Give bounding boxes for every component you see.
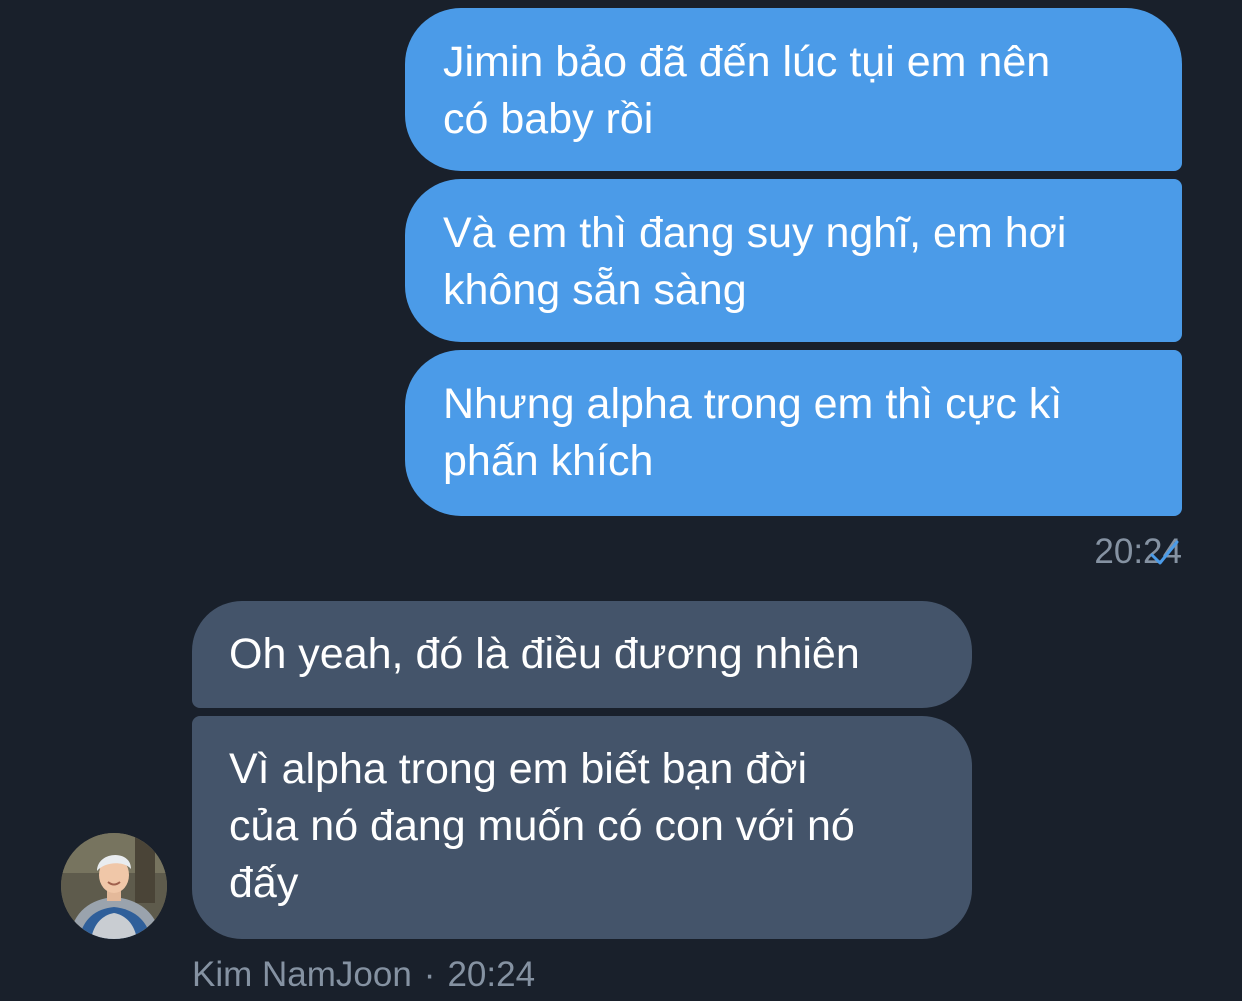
incoming-timestamp: 20:24: [447, 955, 536, 994]
incoming-message-bubble[interactable]: Vì alpha trong em biết bạn đời của nó đa…: [192, 716, 972, 939]
avatar[interactable]: [61, 833, 167, 939]
outgoing-message-bubble[interactable]: Jimin bảo đã đến lúc tụi em nên có baby …: [405, 8, 1182, 171]
sender-name[interactable]: Kim NamJoon: [192, 955, 412, 995]
single-check-icon: [1150, 540, 1179, 565]
outgoing-message-bubble[interactable]: Và em thì đang suy nghĩ, em hơi không sẵ…: [405, 179, 1182, 342]
contact-avatar-image: [61, 833, 167, 939]
incoming-message-bubble[interactable]: Oh yeah, đó là điều đương nhiên: [192, 601, 972, 708]
meta-separator: ·: [423, 955, 436, 994]
incoming-message-meta: Kim NamJoon · 20:24: [192, 953, 535, 997]
outgoing-message-bubble[interactable]: Nhưng alpha trong em thì cực kì phấn khí…: [405, 350, 1182, 516]
